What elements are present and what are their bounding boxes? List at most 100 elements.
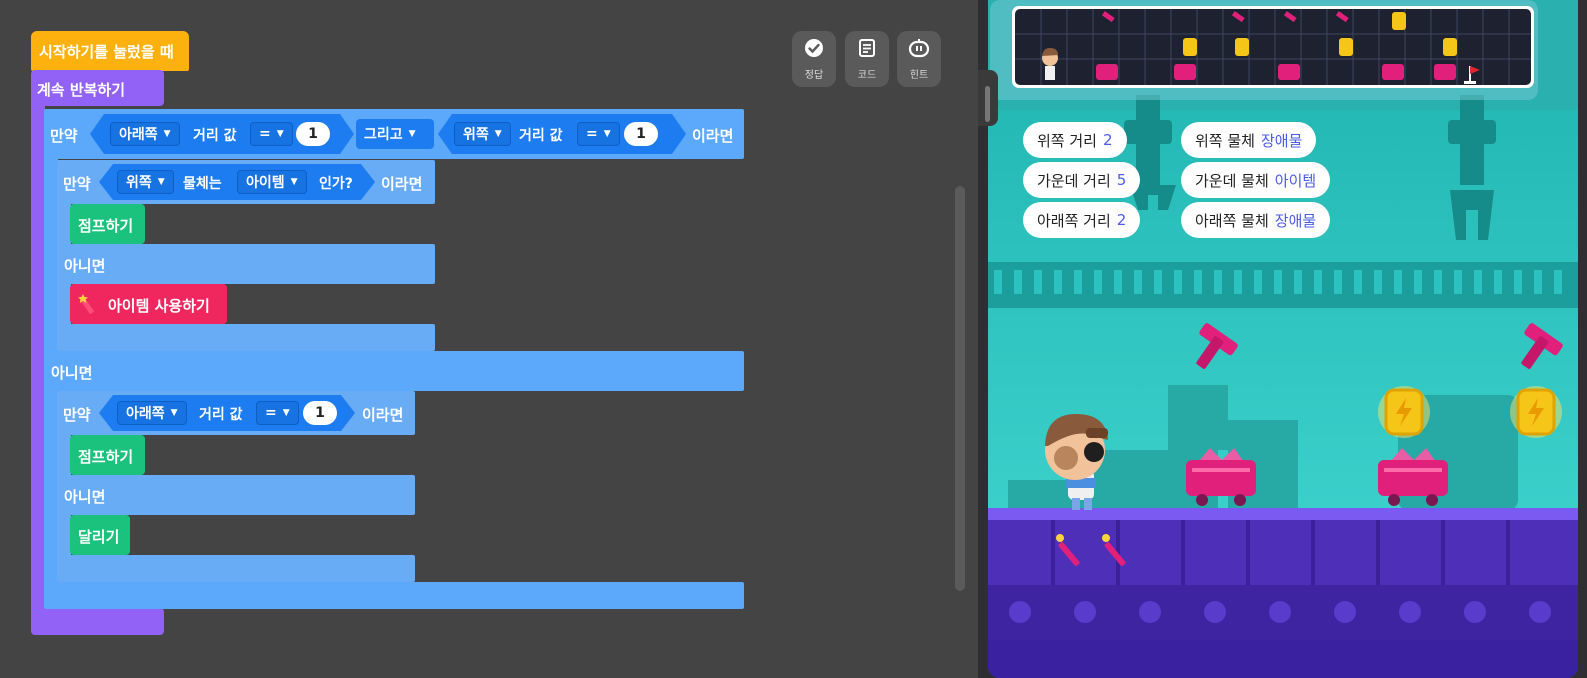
stat-top-distance: 위쪽 거리 2 [1023, 122, 1127, 158]
chevron-down-icon: ▼ [157, 177, 165, 187]
outer-left-measure: 거리 값 [193, 128, 237, 144]
logic-operator-value: 그리고 [364, 127, 403, 143]
minimap [990, 0, 1538, 100]
stat-middle-object: 가운데 물체 아이템 [1181, 162, 1331, 198]
inner-if2-op-value: = [265, 405, 277, 421]
inner-if1-label: 만약 [63, 175, 91, 193]
code-editor: 시작하기를 눌렀을 때 계속 반복하기 만약 아래쪽 ▼ 거리 값 = ▼ 1 그리… [0, 0, 978, 678]
jump-block-1[interactable]: 점프하기 [70, 204, 145, 244]
inner-if1-obj-value: 아이템 [246, 175, 285, 191]
inner-if1-else-label: 아니면 [64, 257, 106, 275]
document-icon [857, 38, 877, 62]
inner-if2-dir-dropdown[interactable]: 아래쪽 ▼ [117, 401, 187, 425]
inner-if2-measure: 거리 값 [199, 407, 243, 423]
outer-if-bottom [44, 582, 744, 609]
game-scene [988, 0, 1578, 678]
chevron-down-icon: ▼ [494, 129, 502, 139]
forever-bottom [31, 608, 164, 635]
magic-wand-icon [78, 293, 98, 315]
inner-if2-number[interactable]: 1 [303, 401, 337, 425]
use-item-label: 아이템 사용하기 [108, 297, 210, 315]
inner-if1-obj-dropdown[interactable]: 아이템 ▼ [237, 170, 307, 194]
inner-if2-then-label: 이라면 [362, 406, 404, 424]
stat-top-distance-value: 2 [1102, 131, 1113, 149]
outer-right-op-value: = [586, 126, 598, 142]
jump-block-1-label: 점프하기 [78, 217, 134, 235]
stat-top-object-label: 위쪽 물체 [1195, 131, 1255, 150]
outer-right-number[interactable]: 1 [624, 122, 658, 146]
robot-icon [908, 38, 930, 62]
inner-if1-dir-dropdown[interactable]: 위쪽 ▼ [117, 170, 174, 194]
inner-if2-dir-value: 아래쪽 [126, 406, 165, 422]
forever-label: 계속 반복하기 [37, 81, 126, 99]
chevron-down-icon: ▼ [163, 129, 171, 139]
run-block-label: 달리기 [78, 528, 120, 546]
inner-if2-else-label: 아니면 [64, 488, 106, 506]
outer-left-number[interactable]: 1 [296, 122, 330, 146]
stat-bottom-object: 아래쪽 물체 장애물 [1181, 202, 1331, 238]
stat-bottom-distance-label: 아래쪽 거리 [1037, 211, 1111, 230]
chevron-down-icon: ▼ [408, 129, 416, 139]
game-panel: 위쪽 거리 2 가운데 거리 5 아래쪽 거리 2 위쪽 물체 장애물 가운데 … [978, 0, 1587, 678]
outer-else-arm [44, 390, 58, 590]
stat-middle-distance-label: 가운데 거리 [1037, 171, 1111, 190]
stat-bottom-distance: 아래쪽 거리 2 [1023, 202, 1141, 238]
stat-top-object: 위쪽 물체 장애물 [1181, 122, 1317, 158]
stat-middle-object-value: 아이템 [1274, 171, 1317, 190]
stat-top-distance-label: 위쪽 거리 [1037, 131, 1097, 150]
chevron-down-icon: ▼ [603, 129, 611, 139]
outer-right-dir-dropdown[interactable]: 위쪽 ▼ [454, 122, 511, 146]
inner-if1-then-label: 이라면 [381, 175, 423, 193]
code-button-label: 코드 [857, 69, 877, 81]
check-circle-icon [804, 38, 824, 62]
splitter-grip[interactable] [985, 86, 990, 122]
stat-middle-distance-value: 5 [1116, 171, 1127, 189]
forever-arm [31, 100, 45, 620]
chevron-down-icon: ▼ [276, 129, 284, 139]
inner-if1-question: 인가? [319, 176, 353, 192]
inner-if1-obj-label: 물체는 [183, 176, 222, 192]
run-block[interactable]: 달리기 [70, 515, 130, 555]
hint-button[interactable]: 힌트 [897, 31, 941, 87]
code-button[interactable]: 코드 [845, 31, 889, 87]
jump-block-2-label: 점프하기 [78, 448, 134, 466]
inner-if1-else-bar: 아니면 [57, 244, 435, 284]
stat-bottom-object-value: 장애물 [1274, 211, 1317, 230]
jump-block-2[interactable]: 점프하기 [70, 435, 145, 475]
start-hat-block[interactable]: 시작하기를 눌렀을 때 [31, 31, 189, 71]
chevron-down-icon: ▼ [170, 408, 178, 418]
game-stage: 위쪽 거리 2 가운데 거리 5 아래쪽 거리 2 위쪽 물체 장애물 가운데 … [988, 0, 1578, 678]
inner-if2-block[interactable]: 만약 아래쪽 ▼ 거리 값 = ▼ 1 이라면 [57, 391, 415, 435]
outer-left-op-value: = [259, 126, 271, 142]
outer-if-label: 만약 [50, 127, 78, 145]
outer-right-dir-value: 위쪽 [463, 127, 489, 143]
chevron-down-icon: ▼ [282, 408, 290, 418]
inner-if1-bottom [57, 324, 435, 351]
inner-if2-else-bar: 아니면 [57, 475, 415, 515]
stat-top-object-value: 장애물 [1260, 131, 1303, 150]
outer-if-block[interactable]: 만약 아래쪽 ▼ 거리 값 = ▼ 1 그리고 ▼ 위쪽 ▼ 거리 값 = ▼ 1 이라면 [44, 109, 744, 159]
inner-if1-block[interactable]: 만약 위쪽 ▼ 물체는 아이템 ▼ 인가? 이라면 [57, 160, 435, 204]
outer-right-measure: 거리 값 [519, 128, 563, 144]
inner-if2-label: 만약 [63, 406, 91, 424]
stat-bottom-distance-value: 2 [1116, 211, 1127, 229]
stat-bottom-object-label: 아래쪽 물체 [1195, 211, 1269, 230]
answer-button-label: 정답 [804, 69, 824, 81]
chevron-down-icon: ▼ [290, 177, 298, 187]
answer-button[interactable]: 정답 [792, 31, 836, 87]
coin-1 [1378, 386, 1430, 438]
inner-if1-dir-value: 위쪽 [126, 175, 152, 191]
inner-if2-op-dropdown[interactable]: = ▼ [256, 401, 299, 425]
logic-operator-block[interactable]: 그리고 ▼ [356, 119, 434, 149]
inner-if2-bottom [57, 555, 415, 582]
use-item-block[interactable]: 아이템 사용하기 [70, 284, 227, 324]
forever-block[interactable]: 계속 반복하기 [31, 70, 164, 106]
outer-left-op-dropdown[interactable]: = ▼ [250, 122, 293, 146]
outer-else-bar: 아니면 [44, 351, 744, 391]
editor-scrollbar[interactable] [955, 186, 965, 591]
outer-left-dir-dropdown[interactable]: 아래쪽 ▼ [110, 122, 180, 146]
hint-button-label: 힌트 [909, 69, 929, 81]
outer-right-op-dropdown[interactable]: = ▼ [577, 122, 620, 146]
outer-then-label: 이라면 [692, 127, 734, 145]
outer-else-label: 아니면 [51, 364, 93, 382]
